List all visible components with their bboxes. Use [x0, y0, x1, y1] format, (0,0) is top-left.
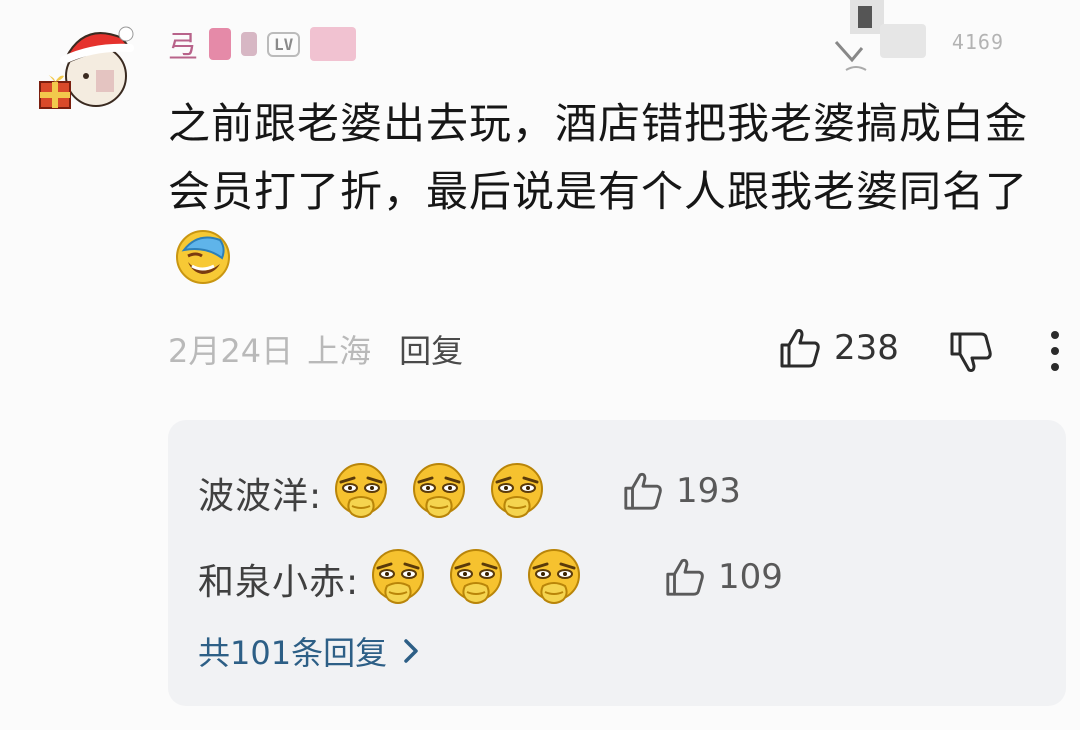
comment-like-button[interactable]: 238 [778, 326, 899, 370]
user-avatar[interactable] [36, 16, 140, 112]
user-id-obscured [880, 24, 926, 58]
reply-like-button[interactable]: 193 [622, 470, 741, 512]
comment-screen: 弖 LV 4169 之前跟老婆出去玩，酒店错把我老婆搞成白金会员打了折，最后说是… [0, 0, 1080, 730]
reply-like-count: 109 [718, 557, 783, 597]
thumbs-up-icon [666, 558, 704, 596]
reply-item[interactable]: 和泉小赤: [198, 548, 583, 610]
comment-username[interactable]: 弖 LV [168, 22, 357, 66]
reply-author: 波波洋: [198, 476, 323, 517]
reply-emojis [332, 462, 546, 524]
view-all-replies-label: 共101条回复 [198, 634, 388, 672]
thumbs-down-icon[interactable] [948, 328, 996, 376]
reply-like-count: 193 [676, 471, 741, 511]
thumbs-up-icon [624, 472, 662, 510]
reply-like-button[interactable]: 109 [664, 556, 783, 598]
reply-author: 和泉小赤: [198, 562, 360, 603]
username-text: 弖 [168, 30, 199, 65]
squinting-duck-face-emoji-icon [449, 548, 503, 605]
replies-panel: 波波洋: 193 和泉小赤: 109 共101条回复 [168, 420, 1066, 706]
reply-button[interactable]: 回复 [399, 326, 463, 372]
username-obscured [241, 32, 257, 56]
chevron-right-icon [404, 639, 418, 663]
username-obscured [209, 28, 231, 60]
comment-like-count: 238 [834, 328, 899, 368]
reply-item[interactable]: 波波洋: [198, 462, 546, 524]
squinting-duck-face-emoji-icon [490, 462, 544, 519]
level-badge: LV [267, 31, 301, 57]
comment-location: 上海 [307, 332, 372, 370]
comment-text: 之前跟老婆出去玩，酒店错把我老婆搞成白金会员打了折，最后说是有个人跟我老婆同名了 [168, 99, 1029, 216]
thumbs-up-icon [780, 329, 820, 368]
vertical-ellipsis-icon[interactable] [1040, 326, 1070, 376]
squinting-duck-face-emoji-icon [371, 548, 425, 605]
reply-emojis [369, 548, 583, 610]
squinting-duck-face-emoji-icon [334, 462, 388, 519]
username-obscured [310, 27, 357, 61]
facepalm-laugh-emoji-icon [176, 230, 230, 284]
squinting-duck-face-emoji-icon [527, 548, 581, 605]
view-all-replies-link[interactable]: 共101条回复 [198, 628, 421, 674]
comment-date: 2月24日 [168, 332, 294, 370]
user-id: 4169 [951, 30, 1004, 54]
comment-body: 之前跟老婆出去玩，酒店错把我老婆搞成白金会员打了折，最后说是有个人跟我老婆同名了 [168, 90, 1048, 294]
squinting-duck-face-emoji-icon [412, 462, 466, 519]
comment-meta: 2月24日 上海 回复 [168, 326, 463, 372]
